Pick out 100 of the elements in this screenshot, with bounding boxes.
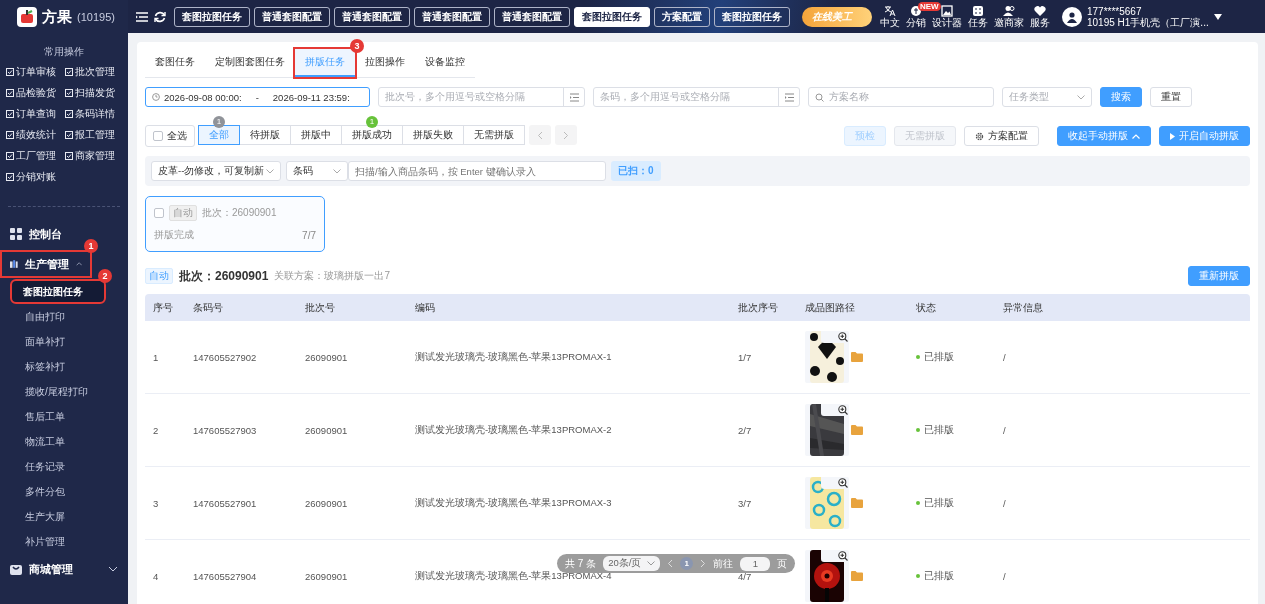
quick-link[interactable]: 扫描发货 <box>75 86 115 100</box>
prev-button[interactable] <box>529 125 551 145</box>
table-cell-text: 测试发光玻璃壳-玻璃黑色-苹果13PROMAX-1 <box>415 350 613 364</box>
page-input[interactable]: 1 <box>740 556 771 571</box>
chevron-up-icon <box>1132 133 1140 139</box>
table-cell-text: 147605527903 <box>193 424 258 436</box>
status-text: 已排版 <box>924 423 954 437</box>
folder-icon <box>851 352 863 362</box>
page-tab[interactable]: 普通套图配置 <box>414 6 490 27</box>
settings-button[interactable]: 方案配置 <box>964 126 1039 146</box>
submenu-item[interactable]: 生产大屏 <box>2 506 118 527</box>
submenu-item[interactable]: 多件分包 <box>2 481 118 502</box>
table-cell-text: 147605527902 <box>193 351 258 363</box>
chevron-right-icon <box>563 130 569 140</box>
page-tab[interactable]: 普通套图配置 <box>254 6 330 27</box>
status-tab[interactable]: 待拼版 <box>239 125 291 145</box>
toolbar-item[interactable]: 服务 <box>1030 5 1050 28</box>
quick-link[interactable]: 订单审核 <box>16 65 56 79</box>
page-tab[interactable]: 套图拉图任务 <box>714 6 790 27</box>
quick-link[interactable]: 订单查询 <box>16 107 56 121</box>
submenu-item[interactable]: 面单补打 <box>2 331 118 352</box>
barcode-input[interactable]: 扫描/输入商品条码，按 Enter 键确认录入 <box>348 161 606 181</box>
avatar[interactable] <box>1062 6 1082 27</box>
select-all-checkbox[interactable]: 全选 <box>145 125 195 147</box>
quick-link[interactable]: 批次管理 <box>75 65 115 79</box>
submenu-item[interactable]: 物流工单 <box>2 431 118 452</box>
quick-link[interactable]: 条码详情 <box>75 107 115 121</box>
chevron-down-icon <box>333 168 341 174</box>
quick-link[interactable]: 工厂管理 <box>16 149 56 163</box>
quick-link[interactable]: 品检验货 <box>16 86 56 100</box>
status-tab[interactable]: 拼版成功 <box>341 125 403 145</box>
chevron-down-icon <box>266 168 274 174</box>
menu-item[interactable]: 商城管理 <box>2 557 126 581</box>
batch-progress: 7/7 <box>302 229 316 241</box>
refresh-icon <box>154 10 166 23</box>
submenu-item[interactable]: 补片管理 <box>2 531 118 552</box>
date-range-field[interactable]: 2026-09-08 00:00: - 2026-09-11 23:59: <box>145 87 370 107</box>
table-cell-text: 测试发光玻璃壳-玻璃黑色-苹果13PROMAX-4 <box>415 569 613 583</box>
submenu-item[interactable]: 售后工单 <box>2 406 118 427</box>
table-cell-text: 2/7 <box>738 424 753 436</box>
table-cell-text: 3/7 <box>738 497 753 509</box>
status-tab[interactable]: 无需拼版 <box>463 125 525 145</box>
annotation-badge: 2 <box>98 269 112 283</box>
quick-link[interactable]: 商家管理 <box>75 149 115 163</box>
search-icon <box>815 92 824 102</box>
next-button[interactable] <box>555 125 577 145</box>
column-header: 成品图路径 <box>805 300 856 315</box>
grid-icon <box>10 228 22 240</box>
toolbar-item[interactable]: 邀商家 <box>994 5 1024 28</box>
status-tab[interactable]: 拼版失败 <box>402 125 464 145</box>
column-header: 状态 <box>916 300 937 315</box>
table-cell-text: 147605527904 <box>193 570 258 582</box>
gear-icon <box>975 131 984 141</box>
table-cell-text: / <box>1003 351 1007 363</box>
page-tab[interactable]: 套图拉图任务 <box>574 6 650 27</box>
heart-icon <box>1034 5 1046 17</box>
quick-link[interactable]: 报工管理 <box>75 128 115 142</box>
submenu-item[interactable]: 套图拉图任务 <box>12 281 104 302</box>
submenu-item[interactable]: 任务记录 <box>2 456 118 477</box>
column-header: 条码号 <box>193 300 224 315</box>
scheme-dropdown[interactable]: 皮革--勿修改，可复制新 <box>151 161 281 181</box>
status-text: 已排版 <box>924 496 954 510</box>
page-tab[interactable]: 普通套图配置 <box>334 6 410 27</box>
submenu-item[interactable]: 标签补打 <box>2 356 118 377</box>
table-cell-text: 147605527901 <box>193 497 258 509</box>
batch-card[interactable]: 自动 批次：26090901 拼版完成 7/7 <box>145 196 325 252</box>
quick-link[interactable]: 绩效统计 <box>16 128 56 142</box>
table-cell-text: 26090901 <box>305 570 349 582</box>
table-cell-text: 4/7 <box>738 570 753 582</box>
check-square-icon <box>6 89 14 97</box>
page-size-dropdown[interactable]: 20条/页 <box>603 556 661 571</box>
batch-status: 拼版完成 <box>154 228 194 242</box>
reset-button[interactable]: 重置 <box>1150 87 1192 107</box>
calendar-icon <box>972 5 984 17</box>
tab[interactable]: 套图任务 <box>145 49 205 77</box>
table-cell-text: / <box>1003 424 1007 436</box>
check-square-icon <box>6 131 14 139</box>
submenu-item[interactable]: 揽收/尾程打印 <box>2 381 118 402</box>
table-cell-text: 1/7 <box>738 351 753 363</box>
toolbar-item[interactable]: 中文 <box>880 5 900 28</box>
submenu-item[interactable]: 自由打印 <box>2 306 118 327</box>
list-icon <box>784 92 794 102</box>
menu-item[interactable]: 生产管理 <box>2 252 90 276</box>
page-tab[interactable]: 套图拉图任务 <box>174 6 250 27</box>
chevron-down-icon <box>1077 94 1085 100</box>
column-header: 批次序号 <box>738 300 779 315</box>
table-cell-text: / <box>1003 570 1007 582</box>
checkbox[interactable] <box>154 208 164 218</box>
bag-icon <box>10 563 22 575</box>
status-tab[interactable]: 拼版中 <box>290 125 342 145</box>
table-cell-text: 3 <box>153 497 160 509</box>
tab[interactable]: 定制图套图任务 <box>205 49 295 77</box>
toolbar-item[interactable]: 任务 <box>968 5 988 28</box>
quick-link[interactable]: 分销对账 <box>16 170 56 184</box>
image-icon <box>941 5 953 17</box>
check-square-icon <box>65 152 73 160</box>
tab[interactable]: 设备监控 <box>415 49 475 77</box>
page-tab[interactable]: 普通套图配置 <box>494 6 570 27</box>
field-dropdown[interactable]: 条码 <box>286 161 348 181</box>
page-tab[interactable]: 方案配置 <box>654 6 710 27</box>
